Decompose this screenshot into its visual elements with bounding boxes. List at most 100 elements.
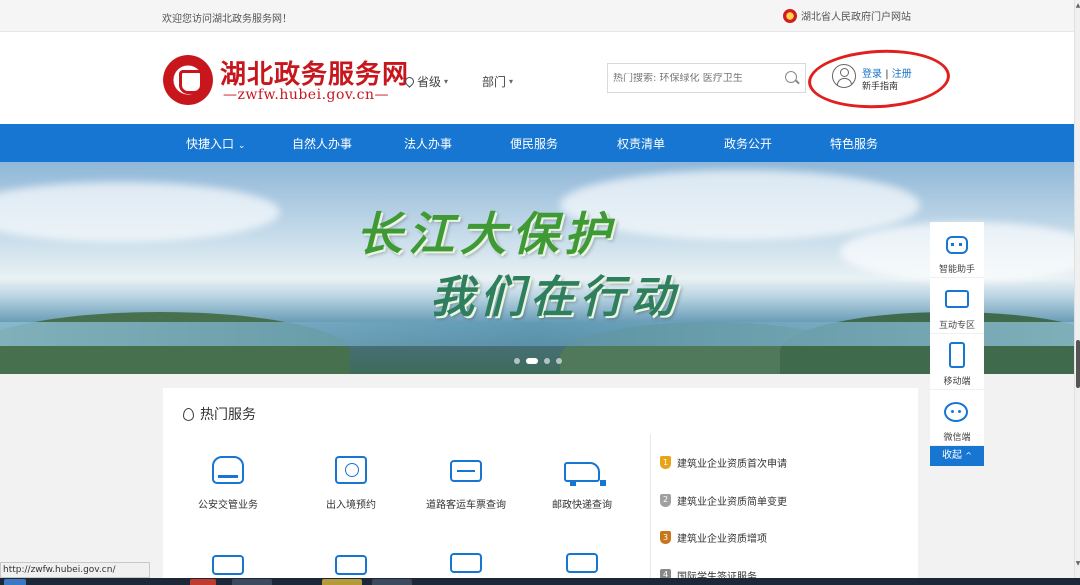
site-logo-domain: —zwfw.hubei.gov.cn— xyxy=(223,87,389,103)
float-smart-assistant[interactable]: 智能助手 xyxy=(930,222,984,278)
portal-link-label: 湖北省人民政府门户网站 xyxy=(801,12,911,23)
service-bus-ticket[interactable]: 道路客运车票查询 xyxy=(411,456,521,511)
browser-status-bar: http://zwfw.hubei.gov.cn/ xyxy=(0,562,150,578)
service-label: 道路客运车票查询 xyxy=(426,500,506,511)
collapse-button-label: 收起 xyxy=(942,450,963,461)
chevron-down-icon: ▾ xyxy=(509,77,514,86)
collapse-button[interactable]: 收起 ^ xyxy=(930,446,984,466)
vertical-scrollbar[interactable]: ▲ ▼ xyxy=(1074,0,1080,585)
rank-badge: 1 xyxy=(660,456,671,470)
region-dropdown[interactable]: 省级 ▾ xyxy=(403,73,449,90)
banner-dot[interactable] xyxy=(556,358,562,364)
nav-government-affairs[interactable]: 政务公开 xyxy=(724,135,772,152)
banner-slogan-line1: 长江大保护 xyxy=(356,207,616,261)
nav-featured-services[interactable]: 特色服务 xyxy=(830,135,878,152)
main-nav: 快捷入口 ⌄ 自然人办事 法人办事 便民服务 权责清单 政务公开 特色服务 xyxy=(0,124,1074,162)
chevron-up-icon: ^ xyxy=(965,451,972,460)
beginner-guide-link[interactable]: 新手指南 xyxy=(862,79,898,92)
flame-icon xyxy=(183,407,194,421)
float-wechat[interactable]: 微信端 xyxy=(930,390,984,446)
house-icon xyxy=(566,553,598,573)
panel-divider xyxy=(650,434,651,584)
document-icon xyxy=(212,555,244,575)
ranking-item-text: 建筑业企业资质简单变更 xyxy=(677,496,787,508)
ranking-item[interactable]: 2 建筑业企业资质简单变更 xyxy=(660,482,787,520)
float-item-label: 微信端 xyxy=(943,433,971,443)
wechat-icon xyxy=(944,402,968,422)
certificate-icon xyxy=(450,553,482,573)
floating-toolbar: 智能助手 互动专区 移动端 微信端 收起 ^ xyxy=(930,222,984,466)
taskbar-app-icon[interactable] xyxy=(232,579,272,585)
banner-slogan-line2: 我们在行动 xyxy=(430,272,680,323)
passport-icon xyxy=(335,456,367,484)
department-dropdown-label: 部门 xyxy=(482,75,507,89)
service-exit-entry[interactable]: 出入境预约 xyxy=(296,456,406,511)
hero-banner[interactable]: 长江大保护 我们在行动 xyxy=(0,162,1074,374)
chevron-down-icon: ▾ xyxy=(444,77,449,86)
service-label: 邮政快递查询 xyxy=(552,500,612,511)
hot-services-panel: 热门服务 公安交管业务 出入境预约 道路客运车票查询 邮政快递查询 1 建筑业企… xyxy=(163,388,918,585)
site-logo-emblem-icon[interactable] xyxy=(163,55,213,105)
service-label: 出入境预约 xyxy=(326,500,376,511)
nav-quick-entry-label: 快捷入口 xyxy=(186,137,235,151)
service-item-partial[interactable] xyxy=(442,553,490,573)
site-header: 湖北政务服务网 —zwfw.hubei.gov.cn— 省级 ▾ 部门 ▾ 登录… xyxy=(0,32,1074,124)
banner-dot[interactable] xyxy=(514,358,520,364)
department-dropdown[interactable]: 部门 ▾ xyxy=(482,73,513,90)
os-taskbar xyxy=(0,578,1080,585)
search-icon[interactable] xyxy=(779,64,805,92)
scroll-down-arrow-icon[interactable]: ▼ xyxy=(1075,560,1080,567)
banner-dot[interactable] xyxy=(544,358,550,364)
banner-cloud xyxy=(0,182,280,242)
service-item-partial[interactable] xyxy=(204,555,252,575)
government-portal-link[interactable]: 湖北省人民政府门户网站 xyxy=(783,8,911,23)
police-car-icon xyxy=(212,456,244,484)
hot-services-heading: 热门服务 xyxy=(183,404,256,424)
banner-lake xyxy=(0,322,1074,346)
nav-individual-affairs[interactable]: 自然人办事 xyxy=(292,135,352,152)
national-emblem-icon xyxy=(783,8,797,23)
float-item-label: 智能助手 xyxy=(938,265,975,275)
taskbar-app-icon[interactable] xyxy=(322,579,362,585)
rank-badge: 2 xyxy=(660,493,671,507)
banner-dot-active[interactable] xyxy=(526,358,538,364)
site-logo-title[interactable]: 湖北政务服务网 xyxy=(220,54,409,91)
banner-pagination xyxy=(514,358,562,364)
hot-services-ranking-list: 1 建筑业企业资质首次申请 2 建筑业企业资质简单变更 3 建筑业企业资质增项 … xyxy=(660,444,787,585)
taskbar-app-icon[interactable] xyxy=(372,579,412,585)
chat-icon xyxy=(945,290,969,308)
mobile-icon xyxy=(949,342,965,368)
user-avatar-icon[interactable] xyxy=(832,64,856,88)
float-mobile[interactable]: 移动端 xyxy=(930,334,984,390)
login-register-links: 登录 | 注册 xyxy=(862,65,912,80)
document-icon xyxy=(335,555,367,575)
user-login-area: 登录 | 注册 新手指南 xyxy=(806,46,952,112)
nav-responsibility-list[interactable]: 权责清单 xyxy=(617,135,665,152)
delivery-truck-icon xyxy=(564,462,606,486)
float-interaction-zone[interactable]: 互动专区 xyxy=(930,278,984,334)
rank-badge: 3 xyxy=(660,531,671,545)
scrollbar-thumb[interactable] xyxy=(1076,340,1080,388)
chevron-down-icon: ⌄ xyxy=(237,141,246,151)
ranking-item[interactable]: 1 建筑业企业资质首次申请 xyxy=(660,444,787,482)
nav-legal-entity-affairs[interactable]: 法人办事 xyxy=(404,135,452,152)
nav-quick-entry[interactable]: 快捷入口 ⌄ xyxy=(186,135,245,152)
search-input[interactable] xyxy=(608,72,779,84)
site-search xyxy=(607,63,806,93)
robot-icon xyxy=(946,236,968,254)
scroll-up-arrow-icon[interactable]: ▲ xyxy=(1075,2,1080,9)
nav-public-services[interactable]: 便民服务 xyxy=(510,135,558,152)
service-police-traffic[interactable]: 公安交管业务 xyxy=(173,456,283,511)
service-label: 公安交管业务 xyxy=(198,500,258,511)
service-item-partial[interactable] xyxy=(327,555,375,575)
ranking-item-text: 建筑业企业资质首次申请 xyxy=(677,459,787,471)
ranking-item[interactable]: 3 建筑业企业资质增项 xyxy=(660,519,787,557)
service-item-partial[interactable] xyxy=(558,553,606,573)
ranking-item-text: 建筑业企业资质增项 xyxy=(677,534,767,546)
hot-services-title: 热门服务 xyxy=(200,407,256,423)
service-postal-express[interactable]: 邮政快递查询 xyxy=(527,456,637,511)
float-item-label: 移动端 xyxy=(943,377,971,387)
bus-ticket-icon xyxy=(450,460,482,482)
start-button-icon[interactable] xyxy=(4,579,26,585)
taskbar-app-icon[interactable] xyxy=(190,579,216,585)
